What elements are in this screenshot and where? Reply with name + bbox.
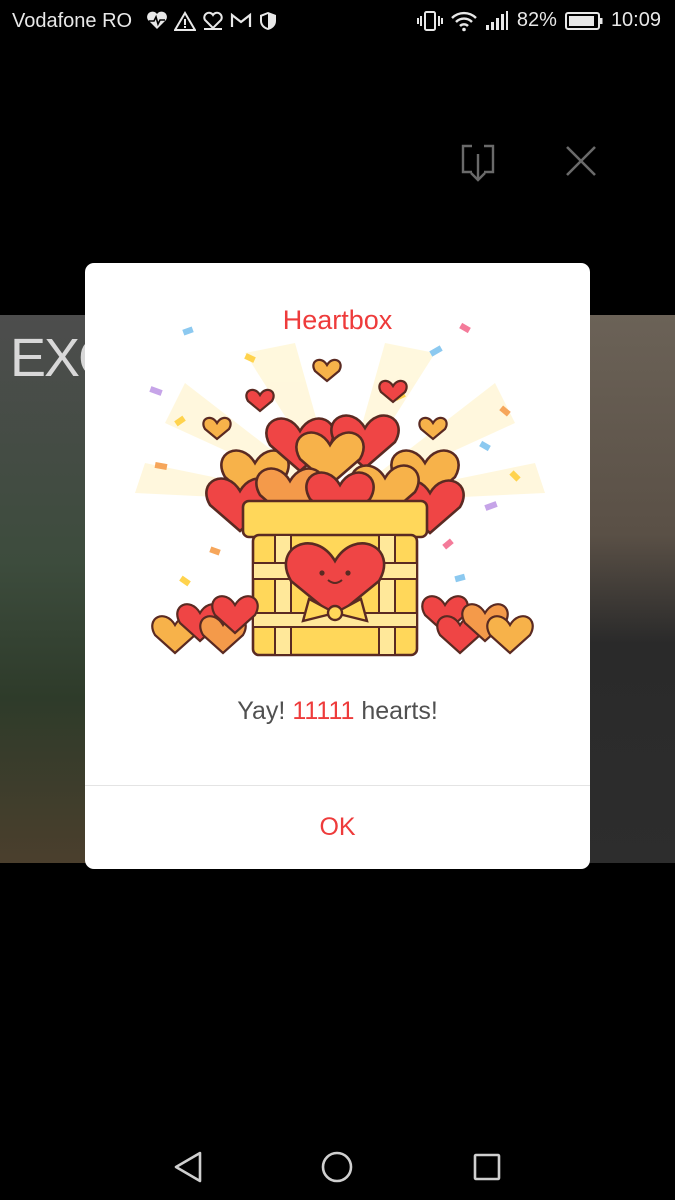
- mail-icon: [230, 12, 252, 27]
- vibrate-icon: [416, 10, 443, 31]
- download-icon[interactable]: [460, 142, 496, 184]
- wifi-icon: [451, 11, 477, 31]
- signal-icon: [485, 10, 508, 30]
- close-icon[interactable]: [563, 143, 599, 179]
- heart-count: 11111: [292, 697, 355, 725]
- ok-button[interactable]: OK: [85, 786, 590, 869]
- back-icon[interactable]: [172, 1150, 204, 1184]
- system-status: 82% 10:09: [416, 9, 661, 32]
- message-suffix: hearts!: [354, 697, 438, 725]
- notification-icons: [146, 11, 278, 31]
- battery-icon: [564, 11, 603, 30]
- heart-rate-icon: [147, 11, 167, 29]
- heartbox-dialog: Heartbox Yay! 11111 hearts! OK: [85, 263, 590, 869]
- navigation-bar: [0, 1134, 675, 1200]
- status-bar: Vodafone RO 82% 10:09: [0, 0, 675, 44]
- clock: 10:09: [610, 9, 661, 31]
- battery-percentage: 82%: [516, 9, 557, 31]
- gift-box-hearts-illustration: [135, 322, 545, 657]
- heart-outline-icon: [203, 11, 223, 30]
- warning-icon: [174, 11, 196, 31]
- photo-right-region: [575, 315, 675, 863]
- message-prefix: Yay!: [237, 697, 293, 725]
- reward-message: Yay! 11111 hearts!: [85, 697, 590, 726]
- shield-icon: [260, 12, 276, 30]
- carrier-name: Vodafone RO: [12, 10, 133, 32]
- home-icon[interactable]: [320, 1150, 354, 1184]
- recent-apps-icon[interactable]: [472, 1152, 502, 1182]
